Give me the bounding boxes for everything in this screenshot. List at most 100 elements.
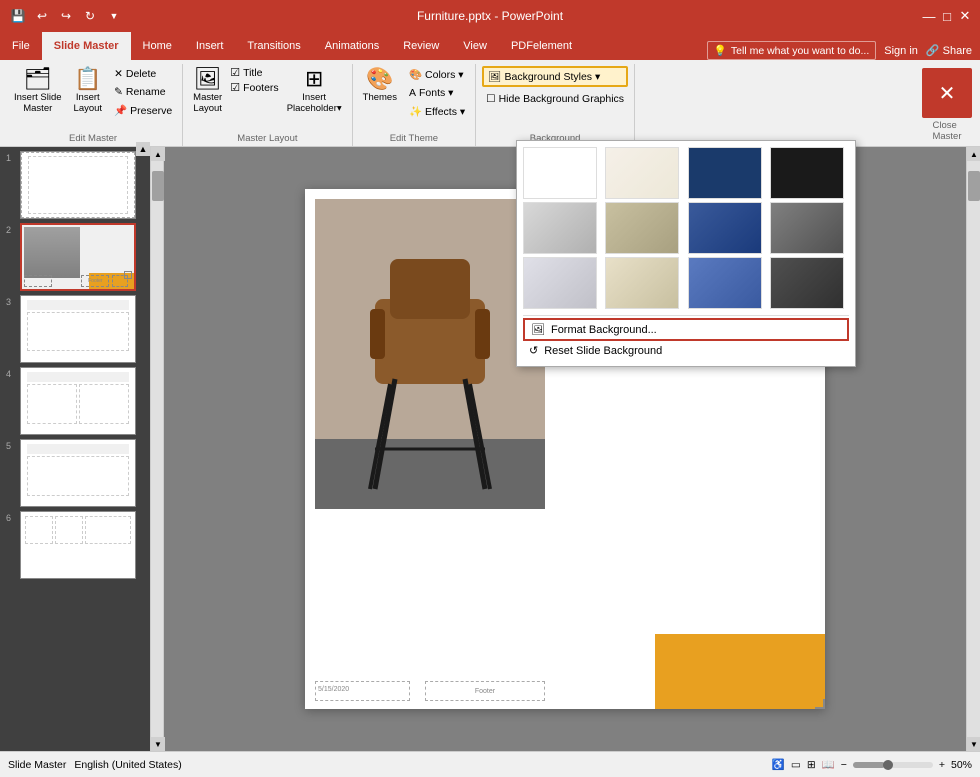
lightbulb-icon: 💡 [714, 44, 727, 57]
bg-style-12[interactable] [770, 257, 844, 309]
master-layout-content: 🖼 MasterLayout ☑ Title ☑ Footers ⊞ Inser… [189, 66, 345, 131]
background-styles-dropdown: 🖼 Format Background... ↺ Reset Slide Bac… [516, 140, 856, 367]
format-background-button[interactable]: 🖼 Format Background... [523, 318, 849, 341]
bg-style-3[interactable] [688, 147, 762, 199]
maximize-button[interactable]: □ [940, 9, 954, 23]
app-title: Furniture.pptx - PowerPoint [417, 9, 563, 23]
zoom-slider[interactable] [853, 762, 933, 768]
bg-style-2[interactable] [605, 147, 679, 199]
insert-slide-master-button[interactable]: 🗂 Insert SlideMaster [10, 66, 66, 116]
slide-thumb-2[interactable]: 2 Footer [20, 223, 146, 291]
scroll-down-button[interactable]: ▼ [151, 737, 165, 751]
tab-review[interactable]: Review [391, 32, 451, 60]
slide-thumb-6[interactable]: 6 [20, 511, 146, 579]
reset-slide-background-label: Reset Slide Background [544, 345, 662, 357]
customize-qat-icon[interactable]: ▼ [104, 6, 124, 26]
bg-style-8[interactable] [770, 202, 844, 254]
delete-button[interactable]: ✕ Delete [110, 66, 176, 82]
close-master-button[interactable]: ✕ [922, 68, 972, 118]
title-checkbox-row[interactable]: ☑ Title [230, 66, 278, 79]
scroll-thumb[interactable] [152, 171, 164, 201]
insert-layout-icon: 📋 [74, 68, 101, 90]
bg-style-9[interactable] [523, 257, 597, 309]
tab-file[interactable]: File [0, 32, 42, 60]
thumb-4-title [27, 372, 130, 382]
tab-slide-master[interactable]: Slide Master [42, 32, 131, 60]
slide-panel: ▲ 1 2 Footer 3 [0, 147, 150, 751]
zoom-slider-fill [853, 762, 885, 768]
bg-style-1[interactable] [523, 147, 597, 199]
tab-home[interactable]: Home [131, 32, 184, 60]
redo-icon[interactable]: ↪ [56, 6, 76, 26]
theme-options: 🎨 Colors ▾ A Fonts ▾ ✨ Effects ▾ [405, 66, 469, 120]
master-layout-label: Master Layout [237, 133, 297, 144]
preserve-button[interactable]: 📌 Preserve [110, 102, 176, 119]
themes-button[interactable]: 🎨 Themes [359, 66, 401, 105]
minimize-button[interactable]: — [922, 9, 936, 23]
right-scrollbar[interactable]: ▲ ▼ [966, 147, 980, 751]
tab-animations[interactable]: Animations [313, 32, 391, 60]
close-button[interactable]: ✕ [958, 9, 972, 23]
save-icon[interactable]: 💾 [8, 6, 28, 26]
slide-num-6: 6 [6, 513, 11, 523]
insert-placeholder-button[interactable]: ⊞ InsertPlaceholder▾ [283, 66, 346, 116]
bg-style-10[interactable] [605, 257, 679, 309]
footers-checkbox[interactable]: ☑ [230, 81, 240, 94]
resize-handle[interactable] [815, 699, 825, 709]
accessibility-icon[interactable]: ♿ [772, 758, 785, 771]
slide-sorter-icon[interactable]: ⊞ [807, 759, 816, 771]
ribbon-group-edit-theme: 🎨 Themes 🎨 Colors ▾ A Fonts ▾ ✨ Effects … [353, 64, 477, 146]
fonts-label: Fonts ▾ [419, 87, 453, 99]
bg-style-6[interactable] [605, 202, 679, 254]
slide-thumb-1[interactable]: 1 [20, 151, 146, 219]
hide-background-button[interactable]: ☐ Hide Background Graphics [482, 91, 628, 107]
slide-thumb-3[interactable]: 3 [20, 295, 146, 363]
zoom-level[interactable]: 50% [951, 759, 972, 771]
format-bg-icon: 🖼 [531, 323, 545, 336]
normal-view-icon[interactable]: ▭ [791, 759, 801, 771]
orange-bar [655, 634, 825, 709]
insert-layout-button[interactable]: 📋 InsertLayout [70, 66, 107, 116]
zoom-out-button[interactable]: − [841, 759, 847, 771]
thumb-footer: Footer [81, 275, 109, 287]
ribbon-group-edit-master: 🗂 Insert SlideMaster 📋 InsertLayout ✕ De… [4, 64, 183, 146]
thumb-date [24, 275, 52, 287]
slide-thumb-4[interactable]: 4 [20, 367, 146, 435]
bg-style-4[interactable] [770, 147, 844, 199]
sign-in-button[interactable]: Sign in [884, 45, 918, 57]
tab-view[interactable]: View [451, 32, 499, 60]
slide-thumb-5[interactable]: 5 [20, 439, 146, 507]
bg-style-7[interactable] [688, 202, 762, 254]
right-scroll-thumb[interactable] [968, 171, 980, 201]
scroll-up-button[interactable]: ▲ [151, 147, 165, 161]
tab-pdfelement[interactable]: PDFelement [499, 32, 584, 60]
fonts-button[interactable]: A Fonts ▾ [405, 85, 469, 101]
tab-transitions[interactable]: Transitions [235, 32, 312, 60]
share-button[interactable]: 🔗 Share [926, 44, 972, 57]
background-styles-label: Background Styles ▾ [504, 71, 600, 83]
bg-style-11[interactable] [688, 257, 762, 309]
reading-view-icon[interactable]: 📖 [822, 758, 835, 771]
rename-button[interactable]: ✎ Rename [110, 84, 176, 100]
sign-in-area: 💡 Tell me what you want to do... Sign in… [699, 41, 980, 60]
right-scroll-up[interactable]: ▲ [967, 147, 980, 161]
thumb-6-content [21, 512, 135, 548]
tell-me-box[interactable]: 💡 Tell me what you want to do... [707, 41, 876, 60]
footers-checkbox-row[interactable]: ☑ Footers [230, 81, 278, 94]
background-styles-button[interactable]: 🖼 Background Styles ▾ [482, 66, 628, 87]
zoom-in-button[interactable]: + [939, 759, 945, 771]
tab-insert[interactable]: Insert [184, 32, 236, 60]
title-bar-left: 💾 ↩ ↪ ↻ ▼ [8, 6, 124, 26]
colors-button[interactable]: 🎨 Colors ▾ [405, 66, 469, 83]
slide-panel-scrollbar[interactable]: ▲ ▼ [150, 147, 164, 751]
zoom-slider-thumb[interactable] [883, 760, 893, 770]
title-checkbox[interactable]: ☑ [230, 66, 240, 79]
repeat-icon[interactable]: ↻ [80, 6, 100, 26]
master-layout-button[interactable]: 🖼 MasterLayout [189, 66, 226, 116]
undo-icon[interactable]: ↩ [32, 6, 52, 26]
effects-button[interactable]: ✨ Effects ▾ [405, 103, 469, 120]
bg-style-5[interactable] [523, 202, 597, 254]
slide-thumb-inner-2: Footer [20, 223, 136, 291]
right-scroll-down[interactable]: ▼ [967, 737, 980, 751]
reset-slide-background-button[interactable]: ↺ Reset Slide Background [523, 341, 849, 360]
